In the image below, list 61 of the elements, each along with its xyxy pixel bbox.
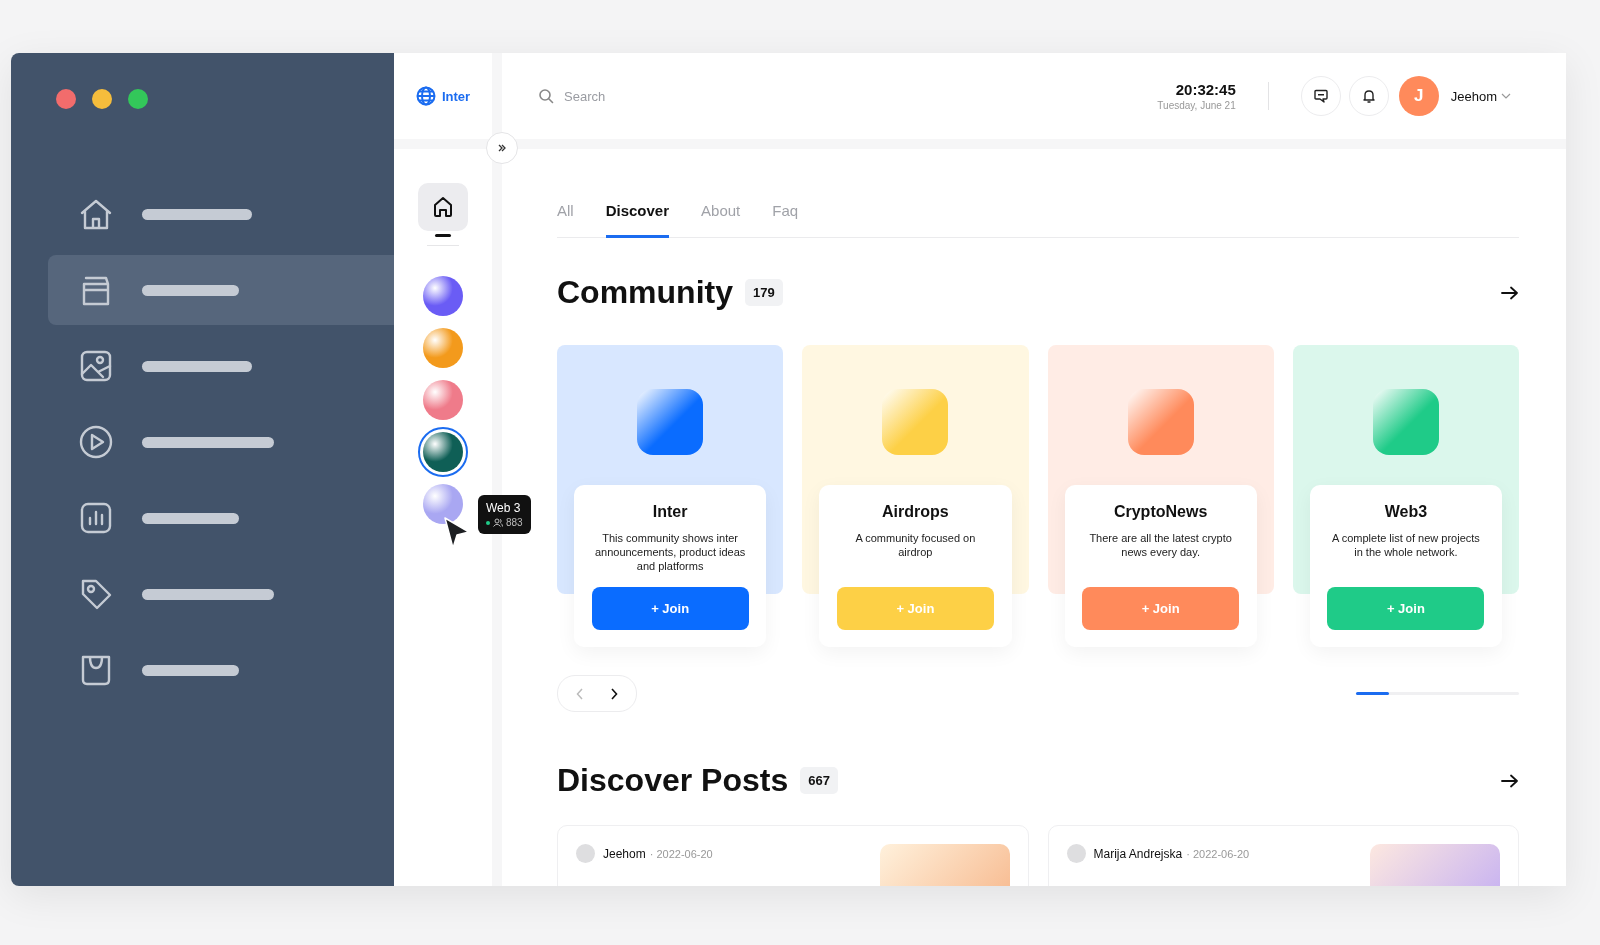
author-avatar [576, 844, 595, 863]
messages-button[interactable] [1300, 76, 1341, 116]
members-icon [493, 518, 503, 527]
notifications-button[interactable] [1348, 76, 1389, 116]
home-icon [432, 196, 454, 218]
brand-name: Inter [441, 88, 471, 104]
post-author: Marija Andrejska [1093, 847, 1183, 861]
community-logo-icon [1127, 389, 1194, 455]
join-button[interactable]: + Join [1082, 587, 1240, 630]
community-name: Web3 [1384, 503, 1428, 521]
count-badge: 179 [745, 279, 783, 306]
section-title: Discover Posts [557, 762, 789, 799]
tab[interactable]: All [557, 199, 574, 238]
join-button[interactable]: + Join [836, 587, 994, 630]
member-count: 883 [506, 517, 523, 528]
search-icon [538, 88, 554, 104]
community-name: CryptoNews [1113, 503, 1208, 521]
post-date: · 2022-06-20 [649, 848, 713, 860]
community-name: Inter [652, 503, 688, 521]
user-avatar[interactable]: J [1398, 76, 1439, 116]
user-name[interactable]: Jeehom [1450, 88, 1497, 104]
chevron-right-icon [610, 687, 618, 700]
tooltip-title: Web 3 [486, 501, 522, 515]
post-date: · 2022-06-20 [1186, 848, 1250, 860]
count-badge: 667 [800, 767, 838, 794]
community-logo-icon [882, 389, 949, 455]
arrow-right-icon[interactable] [1501, 285, 1519, 300]
community-name: Airdrops [882, 503, 949, 521]
community-description: A complete list of new projects in the whole network. [1330, 531, 1481, 560]
section-title: Community [557, 274, 733, 311]
sidebar-item[interactable] [48, 255, 394, 325]
clock-time: 20:32:45 [1174, 81, 1236, 98]
clock-date: Tuesday, June 21 [1157, 100, 1236, 111]
tab[interactable]: Discover [605, 199, 670, 238]
arrow-right-icon[interactable] [1501, 773, 1519, 788]
tab[interactable]: About [701, 199, 741, 238]
post-author: Jeehom [603, 847, 646, 861]
tab[interactable]: Faq [772, 199, 799, 238]
chevrons-icon [497, 143, 507, 153]
join-button[interactable]: + Join [591, 587, 749, 630]
post-card[interactable]: Jeehom · 2022-06-20 [557, 825, 1029, 886]
post-card[interactable]: Marija Andrejska · 2022-06-20 [1047, 825, 1519, 886]
community-logo-icon [1372, 389, 1439, 455]
join-button[interactable]: + Join [1327, 587, 1485, 630]
online-dot [486, 520, 490, 525]
community-description: A community focused on airdrop [854, 531, 977, 560]
active-indicator [435, 234, 451, 237]
maximize-dot[interactable] [128, 89, 148, 109]
community-description: This community shows inter announcements, product ideas and platforms [593, 531, 747, 574]
community-logo-icon [637, 389, 704, 455]
scroll-thumb [1356, 692, 1389, 695]
author-avatar [1066, 844, 1086, 863]
chevron-down-icon[interactable] [1501, 92, 1511, 100]
close-dot[interactable] [56, 89, 76, 109]
community-avatar[interactable] [423, 276, 463, 316]
chat-icon [1312, 88, 1329, 104]
minimize-dot[interactable] [92, 89, 112, 109]
globe-icon [415, 86, 436, 106]
chevron-left-icon [576, 687, 584, 700]
community-description: There are all the latest crypto news every day. [1088, 531, 1233, 560]
bell-icon [1360, 88, 1377, 104]
